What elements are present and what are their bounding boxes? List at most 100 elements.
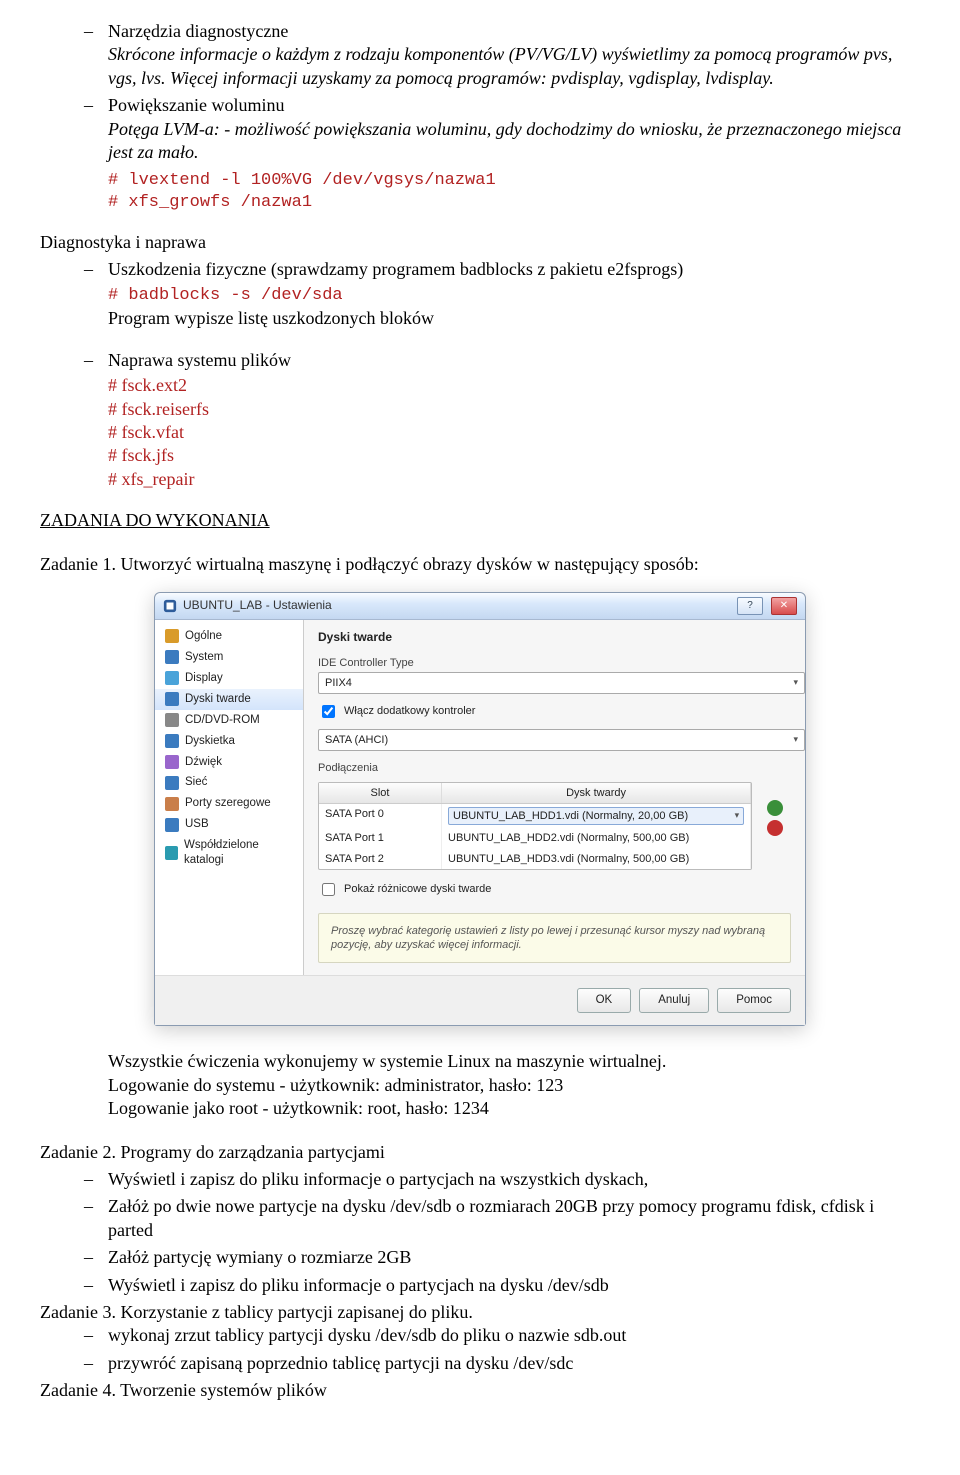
add-disk-icon[interactable] (767, 800, 783, 816)
sidebar-item-og-lne[interactable]: Ogólne (155, 626, 303, 647)
post-note-1: Wszystkie ćwiczenia wykonujemy w systemi… (108, 1050, 920, 1073)
attachments-label: Podłączenia (318, 761, 791, 775)
sidebar-item-system[interactable]: System (155, 647, 303, 668)
extra-controller-label: Włącz dodatkowy kontroler (344, 704, 475, 718)
fsck-command: # fsck.reiserfs (108, 398, 920, 421)
cell-slot: SATA Port 2 (319, 849, 442, 869)
diff-disks-checkbox[interactable]: Pokaż różnicowe dyski twarde (318, 880, 791, 899)
fs-repair-title: Naprawa systemu plików (108, 350, 291, 370)
virtualbox-settings-window: UBUNTU_LAB - Ustawienia ? ✕ Ogólne System… (154, 592, 806, 1027)
diag-repair-heading: Diagnostyka i naprawa (40, 231, 920, 254)
sidebar-item-icon (165, 671, 179, 685)
list-item: przywróć zapisaną poprzednio tablicę par… (108, 1352, 920, 1375)
sidebar-item-display[interactable]: Display (155, 668, 303, 689)
ide-type-select[interactable]: PIIX4 ▾ (318, 672, 805, 694)
chevron-down-icon: ▾ (793, 677, 798, 689)
sidebar-item-icon (165, 713, 179, 727)
window-title: UBUNTU_LAB - Ustawienia (183, 598, 729, 614)
dash-bullet: – (84, 20, 108, 90)
sidebar-item-sie-[interactable]: Sieć (155, 772, 303, 793)
dash-bullet: – (84, 1274, 108, 1297)
sidebar-item-d-wi-k[interactable]: Dźwięk (155, 752, 303, 773)
sidebar-item-label: Dyskietka (185, 734, 235, 749)
sidebar-item-dyskietka[interactable]: Dyskietka (155, 731, 303, 752)
sidebar-item-label: System (185, 650, 223, 665)
dash-bullet: – (84, 1246, 108, 1269)
close-window-button[interactable]: ✕ (771, 597, 797, 615)
sidebar-item-porty-szeregowe[interactable]: Porty szeregowe (155, 793, 303, 814)
ok-button[interactable]: OK (577, 988, 632, 1013)
sata-type-select[interactable]: SATA (AHCI) ▾ (318, 729, 805, 751)
cell-slot: SATA Port 0 (319, 804, 442, 828)
sidebar-item-label: Dźwięk (185, 755, 222, 770)
sata-type-value: SATA (AHCI) (325, 733, 388, 747)
fsck-command: # xfs_repair (108, 468, 920, 491)
sidebar-item-icon (165, 629, 179, 643)
list-item: Załóż partycję wymiany o rozmiarze 2GB (108, 1246, 920, 1269)
sidebar-item-icon (165, 734, 179, 748)
volume-enlarge-desc: Potęga LVM-a: - możliwość powiększania w… (108, 119, 901, 162)
fsck-command: # fsck.vfat (108, 421, 920, 444)
remove-disk-icon[interactable] (767, 820, 783, 836)
help-window-button[interactable]: ? (737, 597, 763, 615)
ide-type-value: PIIX4 (325, 676, 352, 690)
code-badblocks: # badblocks -s /dev/sda (108, 285, 920, 307)
fsck-command: # fsck.jfs (108, 444, 920, 467)
dash-bullet: – (84, 1195, 108, 1242)
sidebar-item-usb[interactable]: USB (155, 814, 303, 835)
sidebar-item-wsp-dzielone-katalogi[interactable]: Współdzielone katalogi (155, 835, 303, 871)
chevron-down-icon: ▾ (735, 810, 740, 822)
cell-disk: UBUNTU_LAB_HDD1.vdi (Normalny, 20,00 GB)… (442, 804, 751, 828)
table-row[interactable]: SATA Port 0UBUNTU_LAB_HDD1.vdi (Normalny… (319, 804, 751, 828)
sidebar-item-label: Display (185, 671, 223, 686)
badblocks-desc: Uszkodzenia fizyczne (sprawdzamy program… (108, 259, 683, 279)
cell-disk: UBUNTU_LAB_HDD3.vdi (Normalny, 500,00 GB… (442, 849, 751, 869)
cell-disk: UBUNTU_LAB_HDD2.vdi (Normalny, 500,00 GB… (442, 828, 751, 848)
diag-tools-desc: Skrócone informacje o każdym z rodzaju k… (108, 44, 892, 87)
help-hint: Proszę wybrać kategorię ustawień z listy… (318, 913, 791, 964)
post-note-2: Logowanie do systemu - użytkownik: admin… (108, 1074, 920, 1097)
sidebar-item-dyski-twarde[interactable]: Dyski twarde (155, 689, 303, 710)
extra-controller-checkbox[interactable]: Włącz dodatkowy kontroler (318, 702, 791, 721)
tasks-heading: ZADANIA DO WYKONANIA (40, 509, 920, 532)
sidebar-item-label: Ogólne (185, 629, 222, 644)
sidebar-item-label: CD/DVD-ROM (185, 713, 260, 728)
list-item: wykonaj zrzut tablicy partycji dysku /de… (108, 1324, 920, 1347)
sidebar-item-label: Sieć (185, 775, 207, 790)
cancel-button[interactable]: Anuluj (639, 988, 709, 1013)
dash-bullet: – (84, 258, 108, 331)
dash-bullet: – (84, 349, 108, 491)
sidebar-item-label: Porty szeregowe (185, 796, 271, 811)
sidebar-item-icon (165, 776, 179, 790)
table-row[interactable]: SATA Port 2UBUNTU_LAB_HDD3.vdi (Normalny… (319, 849, 751, 869)
vbox-icon (163, 599, 177, 613)
sidebar-item-label: USB (185, 817, 209, 832)
sidebar-item-label: Dyski twarde (185, 692, 251, 707)
sidebar-item-icon (165, 650, 179, 664)
code-lvextend: # lvextend -l 100%VG /dev/vgsys/nazwa1 (108, 170, 920, 192)
col-header-disk: Dysk twardy (442, 783, 751, 803)
sidebar-item-icon (165, 846, 178, 860)
dash-bullet: – (84, 1352, 108, 1375)
diff-disks-input[interactable] (322, 883, 335, 896)
diag-tools-title: Narzędzia diagnostyczne (108, 21, 288, 41)
cell-slot: SATA Port 1 (319, 828, 442, 848)
task-2: Zadanie 2. Programy do zarządzania party… (40, 1141, 920, 1164)
list-item: Wyświetl i zapisz do pliku informacje o … (108, 1274, 920, 1297)
sidebar: Ogólne System Display Dyski twarde CD/DVD-RO… (155, 620, 304, 976)
dash-bullet: – (84, 1168, 108, 1191)
task-4: Zadanie 4. Tworzenie systemów plików (40, 1379, 920, 1402)
sidebar-item-label: Współdzielone katalogi (184, 838, 293, 868)
sidebar-item-icon (165, 692, 179, 706)
col-header-slot: Slot (319, 783, 442, 803)
task-3: Zadanie 3. Korzystanie z tablicy partycj… (40, 1301, 920, 1324)
extra-controller-input[interactable] (322, 705, 335, 718)
list-item: Załóż po dwie nowe partycje na dysku /de… (108, 1195, 920, 1242)
help-button[interactable]: Pomoc (717, 988, 791, 1013)
list-item: Wyświetl i zapisz do pliku informacje o … (108, 1168, 920, 1191)
table-row[interactable]: SATA Port 1UBUNTU_LAB_HDD2.vdi (Normalny… (319, 828, 751, 848)
sidebar-item-icon (165, 797, 179, 811)
chevron-down-icon: ▾ (793, 734, 798, 746)
dash-bullet: – (84, 1324, 108, 1347)
sidebar-item-cd-dvd-rom[interactable]: CD/DVD-ROM (155, 710, 303, 731)
